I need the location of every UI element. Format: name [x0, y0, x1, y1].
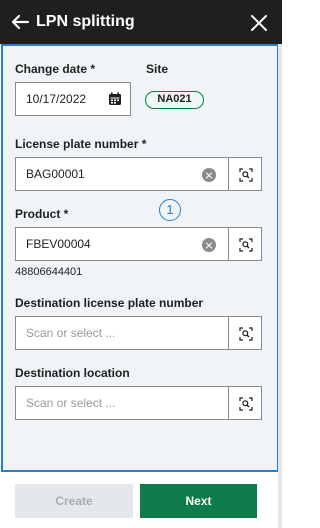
close-icon[interactable] — [248, 12, 270, 34]
destination-lpn-field[interactable]: Scan or select ... — [15, 316, 229, 350]
site-label: Site — [146, 62, 169, 76]
scan-search-icon — [239, 168, 253, 182]
license-plate-value: BAG00001 — [26, 167, 85, 181]
product-label: Product * — [15, 207, 69, 221]
license-plate-scan-button[interactable] — [228, 157, 262, 191]
site-badge: NA021 — [145, 91, 204, 109]
license-plate-field[interactable]: BAG00001 — [15, 157, 229, 191]
destination-location-placeholder: Scan or select ... — [26, 396, 116, 410]
destination-lpn-placeholder: Scan or select ... — [26, 326, 116, 340]
destination-lpn-scan-button[interactable] — [228, 316, 262, 350]
product-barcode-text: 48806644401 — [15, 266, 83, 278]
destination-location-scan-button[interactable] — [228, 386, 262, 420]
back-arrow-icon[interactable] — [8, 10, 32, 34]
change-date-field[interactable]: 10/17/2022 — [15, 82, 131, 116]
annotation-marker: 1 — [159, 199, 181, 221]
scan-search-icon — [239, 397, 253, 411]
clear-icon[interactable] — [202, 238, 216, 252]
destination-location-field[interactable]: Scan or select ... — [15, 386, 229, 420]
scrollbar[interactable] — [278, 44, 282, 528]
clear-icon[interactable] — [202, 168, 216, 182]
destination-lpn-label: Destination license plate number — [15, 296, 204, 310]
license-plate-label: License plate number * — [15, 137, 147, 151]
destination-location-label: Destination location — [15, 366, 130, 380]
calendar-icon[interactable] — [108, 92, 122, 106]
page-title: LPN splitting — [36, 13, 135, 30]
product-scan-button[interactable] — [228, 227, 262, 261]
product-field[interactable]: FBEV00004 — [15, 227, 229, 261]
scan-search-icon — [239, 327, 253, 341]
change-date-label: Change date * — [15, 62, 96, 76]
change-date-value: 10/17/2022 — [26, 92, 87, 106]
app-header: LPN splitting — [0, 0, 282, 44]
scan-search-icon — [239, 238, 253, 252]
create-button[interactable]: Create — [15, 484, 133, 518]
next-button[interactable]: Next — [140, 484, 257, 518]
product-value: FBEV00004 — [26, 237, 91, 251]
